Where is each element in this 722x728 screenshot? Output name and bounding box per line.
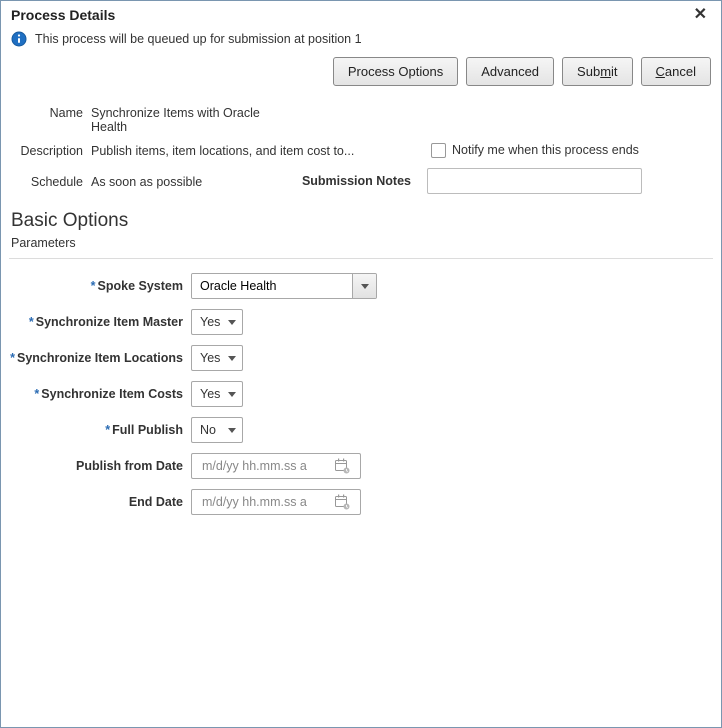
sync-item-locations-value: Yes [200, 351, 220, 365]
description-label: Description [11, 142, 91, 158]
end-date-row: End Date [1, 489, 721, 515]
publish-from-date-field [191, 453, 361, 479]
caret-down-icon [361, 284, 369, 289]
caret-down-icon [228, 320, 236, 325]
spoke-system-value[interactable] [192, 274, 352, 298]
notify-checkbox[interactable] [431, 143, 446, 158]
publish-from-date-input[interactable] [200, 458, 328, 474]
spoke-system-dropdown-button[interactable] [352, 274, 376, 298]
sync-item-master-select[interactable]: Yes [191, 309, 243, 335]
parameters-title: Parameters [1, 234, 721, 254]
action-buttons: Process Options Advanced Submit Cancel [1, 57, 721, 104]
caret-down-icon [228, 428, 236, 433]
full-publish-value: No [200, 423, 216, 437]
info-icon [11, 31, 27, 47]
sync-item-costs-select[interactable]: Yes [191, 381, 243, 407]
spoke-system-select[interactable] [191, 273, 377, 299]
spoke-system-row: *Spoke System [1, 273, 721, 299]
info-row: This process will be queued up for submi… [1, 27, 721, 57]
submit-button[interactable]: Submit [562, 57, 632, 86]
end-date-field [191, 489, 361, 515]
sync-item-costs-value: Yes [200, 387, 220, 401]
full-publish-select[interactable]: No [191, 417, 243, 443]
name-row: Name Synchronize Items with Oracle Healt… [11, 104, 711, 134]
process-options-button[interactable]: Process Options [333, 57, 458, 86]
schedule-row: Schedule As soon as possible Submission … [11, 168, 711, 194]
caret-down-icon [228, 392, 236, 397]
required-mark: * [29, 315, 34, 329]
publish-from-date-row: Publish from Date [1, 453, 721, 479]
full-publish-label: Full Publish [112, 423, 183, 437]
sync-item-master-label: Synchronize Item Master [36, 315, 183, 329]
full-publish-row: *Full Publish No [1, 417, 721, 443]
required-mark: * [10, 351, 15, 365]
calendar-icon[interactable] [328, 458, 356, 474]
schedule-value: As soon as possible [91, 173, 202, 189]
info-message: This process will be queued up for submi… [35, 32, 362, 46]
basic-options-title: Basic Options [1, 204, 721, 234]
name-label: Name [11, 104, 91, 120]
sync-item-master-value: Yes [200, 315, 220, 329]
cancel-button[interactable]: Cancel [641, 57, 711, 86]
publish-from-date-label: Publish from Date [76, 459, 183, 473]
sync-item-master-row: *Synchronize Item Master Yes [1, 309, 721, 335]
calendar-icon[interactable] [328, 494, 356, 510]
schedule-label: Schedule [11, 173, 91, 189]
sync-item-locations-row: *Synchronize Item Locations Yes [1, 345, 721, 371]
advanced-button[interactable]: Advanced [466, 57, 554, 86]
caret-down-icon [228, 356, 236, 361]
spoke-system-label: Spoke System [98, 279, 183, 293]
end-date-input[interactable] [200, 494, 328, 510]
sync-item-costs-label: Synchronize Item Costs [41, 387, 183, 401]
sync-item-locations-label: Synchronize Item Locations [17, 351, 183, 365]
required-mark: * [34, 387, 39, 401]
divider [9, 258, 713, 259]
notify-label: Notify me when this process ends [452, 143, 639, 157]
dialog-header: Process Details ✕ [1, 1, 721, 27]
required-mark: * [91, 279, 96, 293]
meta-section: Name Synchronize Items with Oracle Healt… [1, 104, 721, 204]
dialog-title: Process Details [11, 7, 115, 23]
submission-notes-input[interactable] [427, 168, 642, 194]
end-date-label: End Date [129, 495, 183, 509]
required-mark: * [105, 423, 110, 437]
process-details-dialog: Process Details ✕ This process will be q… [0, 0, 722, 728]
description-value: Publish items, item locations, and item … [91, 142, 354, 158]
sync-item-locations-select[interactable]: Yes [191, 345, 243, 371]
description-row: Description Publish items, item location… [11, 142, 711, 158]
sync-item-costs-row: *Synchronize Item Costs Yes [1, 381, 721, 407]
name-value: Synchronize Items with Oracle Health [91, 104, 271, 134]
parameters-section: *Spoke System *Synchronize Item Master Y… [1, 273, 721, 515]
close-icon[interactable]: ✕ [690, 7, 711, 23]
submission-notes-label: Submission Notes [301, 174, 421, 188]
